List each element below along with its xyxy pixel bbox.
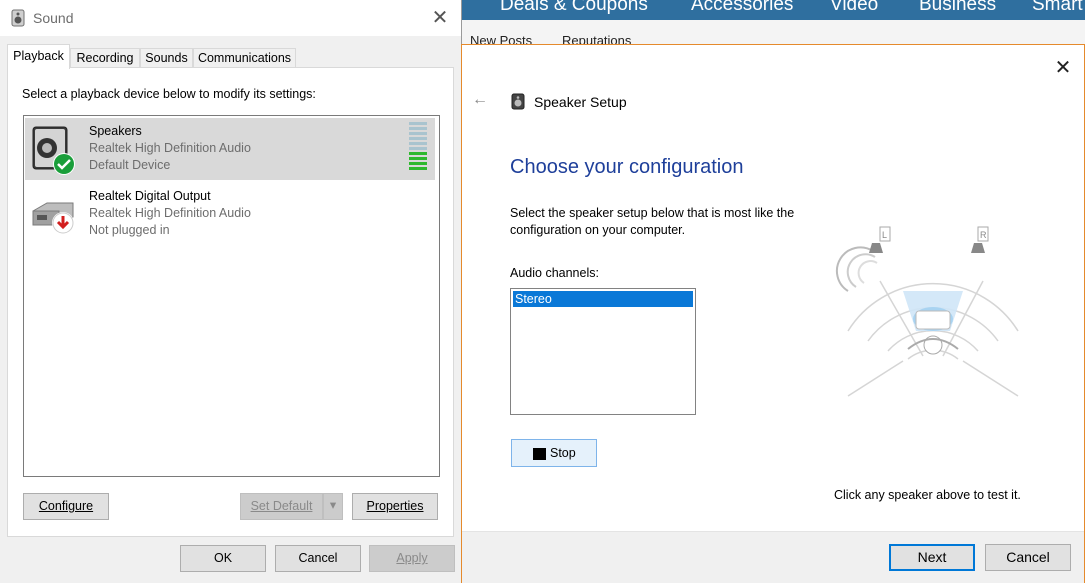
page-title: Choose your configuration bbox=[510, 156, 744, 178]
volume-level-meter bbox=[409, 122, 427, 172]
audio-channels-list[interactable]: Stereo bbox=[510, 288, 696, 415]
ok-button[interactable]: OK bbox=[180, 545, 266, 572]
speaker-right-label: R bbox=[980, 230, 987, 240]
device-description: Realtek High Definition Audio bbox=[89, 141, 251, 155]
setup-title: Speaker Setup bbox=[534, 94, 627, 110]
device-description: Realtek High Definition Audio bbox=[89, 206, 251, 220]
nav-item[interactable]: Smart bbox=[1032, 0, 1083, 16]
digital-output-icon bbox=[29, 189, 81, 241]
nav-item[interactable]: Deals & Coupons bbox=[500, 0, 648, 16]
meter-bar bbox=[409, 142, 427, 145]
speaker-icon bbox=[10, 9, 26, 30]
tab-communications[interactable]: Communications bbox=[193, 48, 296, 68]
configure-button[interactable]: Configure bbox=[23, 493, 109, 520]
close-icon[interactable]: ✕ bbox=[430, 8, 450, 28]
device-digital-output[interactable]: Realtek Digital Output Realtek High Defi… bbox=[25, 183, 435, 245]
nav-item[interactable]: Business bbox=[919, 0, 996, 16]
tab-recording[interactable]: Recording bbox=[70, 48, 140, 68]
background-site-nav: Deals & Coupons Accessories Video Busine… bbox=[462, 0, 1085, 20]
meter-bar bbox=[409, 127, 427, 130]
nav-item[interactable]: Accessories bbox=[691, 0, 793, 16]
speaker-icon bbox=[510, 93, 526, 113]
chevron-down-icon: ▾ bbox=[329, 498, 337, 512]
playback-prompt: Select a playback device below to modify… bbox=[22, 87, 316, 101]
meter-bar bbox=[409, 122, 427, 125]
back-arrow-icon[interactable]: ← bbox=[472, 91, 488, 109]
tab-playback[interactable]: Playback bbox=[7, 44, 70, 69]
test-hint: Click any speaker above to test it. bbox=[834, 488, 1021, 502]
properties-label: Properties bbox=[366, 499, 424, 513]
next-button[interactable]: Next bbox=[889, 544, 975, 571]
sound-titlebar[interactable]: Sound ✕ bbox=[0, 0, 461, 36]
meter-bar bbox=[409, 167, 427, 170]
meter-bar bbox=[409, 147, 427, 150]
device-list[interactable]: Speakers Realtek High Definition Audio D… bbox=[23, 115, 440, 477]
meter-bar bbox=[409, 157, 427, 160]
set-default-label: Set Default bbox=[250, 499, 313, 513]
stop-button[interactable]: Stop bbox=[511, 439, 597, 467]
sound-dialog: Sound ✕ Playback Recording Sounds Commun… bbox=[0, 0, 462, 583]
set-default-button[interactable]: Set Default bbox=[240, 493, 323, 520]
device-status: Default Device bbox=[89, 158, 171, 172]
setup-description: Select the speaker setup below that is m… bbox=[510, 206, 795, 237]
playback-panel: Select a playback device below to modify… bbox=[7, 67, 454, 537]
apply-button[interactable]: Apply bbox=[369, 545, 455, 572]
speaker-left[interactable] bbox=[866, 239, 886, 257]
device-speakers[interactable]: Speakers Realtek High Definition Audio D… bbox=[25, 118, 435, 180]
meter-bar bbox=[409, 132, 427, 135]
stop-label: Stop bbox=[550, 446, 576, 460]
configure-label: Configure bbox=[38, 499, 94, 513]
device-name: Realtek Digital Output bbox=[89, 189, 211, 203]
meter-bar bbox=[409, 137, 427, 140]
properties-button[interactable]: Properties bbox=[352, 493, 438, 520]
channel-option-stereo[interactable]: Stereo bbox=[513, 291, 693, 307]
speaker-diagram: L R bbox=[828, 221, 1038, 401]
tab-sounds[interactable]: Sounds bbox=[140, 48, 193, 68]
apply-label: Apply bbox=[396, 551, 428, 565]
speaker-setup-dialog: ✕ ← Speaker Setup Choose your configurat… bbox=[461, 44, 1085, 583]
background-site-subnav: New Posts Reputations bbox=[462, 20, 1085, 46]
window-title: Sound bbox=[33, 10, 74, 26]
channels-label: Audio channels: bbox=[510, 266, 599, 280]
speaker-right[interactable] bbox=[968, 239, 988, 257]
cancel-button[interactable]: Cancel bbox=[275, 545, 361, 572]
close-icon[interactable]: ✕ bbox=[1053, 55, 1073, 80]
nav-item[interactable]: Video bbox=[830, 0, 878, 16]
speaker-device-icon bbox=[29, 124, 81, 176]
device-name: Speakers bbox=[89, 124, 142, 138]
meter-bar bbox=[409, 152, 427, 155]
set-default-dropdown[interactable]: ▾ bbox=[323, 493, 343, 520]
cancel-button[interactable]: Cancel bbox=[985, 544, 1071, 571]
meter-bar bbox=[409, 162, 427, 165]
device-status: Not plugged in bbox=[89, 223, 170, 237]
speaker-left-label: L bbox=[882, 230, 887, 240]
stop-icon bbox=[533, 448, 546, 460]
setup-footer: Next Cancel bbox=[462, 531, 1084, 583]
